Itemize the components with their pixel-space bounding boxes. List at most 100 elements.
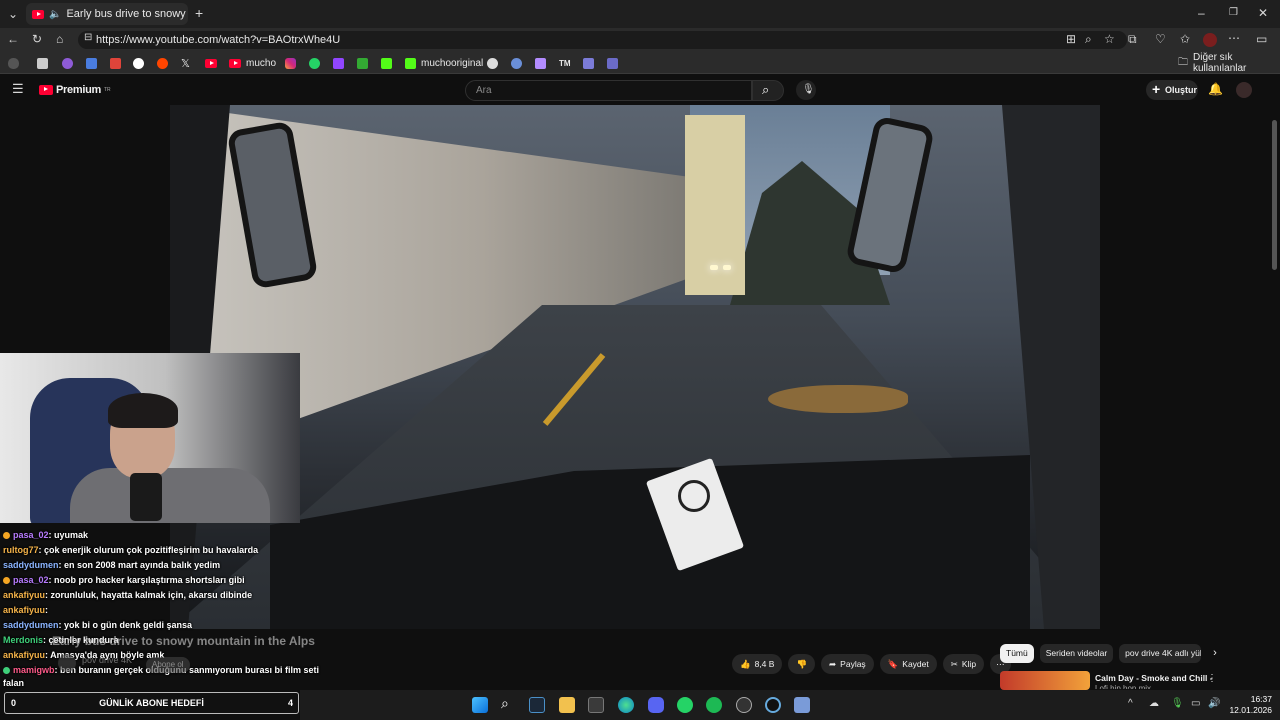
chat-message: rultog77: çok enerjik olurum çok pozitif… — [3, 545, 258, 555]
edge-icon[interactable] — [618, 697, 634, 713]
profile-avatar[interactable] — [1203, 33, 1217, 47]
bookmark-tm-icon[interactable]: TM — [559, 56, 571, 70]
restore-icon[interactable]: ❐ — [1229, 6, 1238, 20]
tray-app-icon[interactable]: ☁ — [1149, 697, 1159, 711]
account-avatar[interactable] — [1236, 82, 1252, 98]
other-bookmarks[interactable]: 🗀 Diğer sık kullanılanlar — [1178, 52, 1280, 74]
taskbar-search-icon[interactable]: ⌕ — [501, 696, 509, 710]
like-button[interactable]: 👍 8,4 B — [732, 654, 783, 674]
bookmark-github-icon[interactable] — [487, 56, 498, 70]
bookmark-image-icon[interactable] — [37, 56, 48, 70]
video-player[interactable] — [170, 105, 1100, 629]
volume-icon[interactable]: 🔊 — [1208, 697, 1220, 711]
zoom-icon[interactable]: ⌕ — [1085, 32, 1092, 46]
back-icon[interactable]: ← — [7, 32, 19, 46]
more-menu-icon[interactable]: ⋯ — [1228, 31, 1240, 45]
sidebar-toggle-icon[interactable]: ▭ — [1256, 32, 1267, 46]
close-window-icon[interactable]: ✕ — [1258, 6, 1268, 20]
whatsapp-icon[interactable] — [677, 697, 693, 713]
chat-username: pasa_02 — [13, 530, 49, 540]
settings-app-icon[interactable] — [794, 697, 810, 713]
app-circle-icon[interactable] — [765, 697, 781, 713]
refresh-icon[interactable]: ↻ — [32, 32, 42, 46]
site-info-icon[interactable]: ⊟ — [84, 31, 92, 45]
bookmark-x-icon[interactable]: 𝕏 — [181, 56, 190, 70]
browser-tab[interactable]: 🔈 Early bus drive to snowy mou ✕ — [26, 3, 188, 25]
new-tab-icon[interactable]: + — [195, 6, 203, 20]
bookmark-gmail-icon[interactable] — [110, 56, 121, 70]
system-clock[interactable]: 16:37 12.01.2026 — [1229, 694, 1272, 716]
network-icon[interactable]: ▭ — [1191, 697, 1200, 711]
bookmark-feather-icon[interactable] — [535, 56, 546, 70]
store-icon[interactable] — [588, 697, 604, 713]
recommendation-menu-icon[interactable]: ⋮ — [1207, 672, 1217, 686]
chat-badge-icon — [3, 532, 10, 540]
favorites-icon[interactable]: ✩ — [1180, 32, 1190, 46]
url-field[interactable]: https://www.youtube.com/watch?v=BAOtrxWh… — [78, 31, 1127, 49]
chip-channel-uploads[interactable]: pov drive 4K adlı yükle — [1119, 644, 1202, 663]
bookmark-google-icon[interactable] — [133, 56, 144, 70]
spotify-icon[interactable] — [706, 697, 722, 713]
notifications-icon[interactable]: 🔔 — [1208, 82, 1223, 96]
bookmark-shield-icon[interactable] — [583, 56, 594, 70]
steam-icon[interactable] — [529, 697, 545, 713]
minimize-icon[interactable]: – — [1198, 6, 1205, 20]
chip-all[interactable]: Tümü — [1000, 644, 1034, 663]
bookmark-reddit-icon[interactable] — [157, 56, 168, 70]
menu-icon[interactable]: ☰ — [12, 82, 24, 96]
tray-mic-icon[interactable]: 🎙 — [1171, 697, 1184, 711]
bookmark-shield2-icon[interactable] — [607, 56, 618, 70]
chat-badge-icon — [3, 667, 10, 675]
search-input[interactable]: Ara — [465, 80, 752, 101]
save-button[interactable]: 🔖 Kaydet — [879, 654, 937, 674]
video-no-sign-circle — [678, 480, 710, 512]
file-explorer-icon[interactable] — [559, 697, 575, 713]
plus-icon: + — [1152, 81, 1161, 97]
chat-text: : çok enerjik olurum çok pozitifleşirim … — [38, 545, 259, 555]
create-button[interactable]: + Oluştur — [1146, 80, 1198, 100]
page-scrollbar[interactable] — [1272, 120, 1277, 270]
bookmark-youtube-icon[interactable] — [205, 56, 217, 70]
app-available-icon[interactable]: ⊞ — [1066, 32, 1076, 46]
browser-essentials-icon[interactable]: ♡ — [1155, 32, 1166, 46]
favorite-star-icon[interactable]: ☆ — [1104, 32, 1115, 46]
obs-icon[interactable] — [736, 697, 752, 713]
recommendation-thumbnail[interactable] — [1000, 671, 1090, 690]
tab-list-icon[interactable]: ⌄ — [8, 7, 18, 21]
bookmark-app-icon[interactable] — [357, 56, 368, 70]
bookmark-avatar-icon[interactable] — [62, 56, 73, 70]
start-icon[interactable] — [472, 697, 488, 713]
recommendation-title[interactable]: Calm Day - Smoke and Chill - — [1095, 673, 1213, 683]
search-button[interactable]: ⌕ — [752, 80, 784, 101]
chip-next-icon[interactable]: › — [1207, 644, 1223, 663]
extensions-icon[interactable]: ⧉ — [1128, 32, 1137, 46]
tray-chevron-icon[interactable]: ^ — [1128, 697, 1133, 711]
bookmark-globe-icon[interactable] — [511, 56, 522, 70]
chat-text: : uyumak — [48, 530, 89, 540]
clip-button[interactable]: ✂ Klip — [942, 654, 985, 674]
youtube-logo[interactable]: Premium TR — [39, 84, 111, 96]
bookmark-muchooriginal[interactable]: muchooriginal — [405, 56, 483, 70]
bookmark-twitch-icon[interactable] — [333, 56, 344, 70]
speaker-icon[interactable]: 🔈 — [49, 9, 61, 20]
share-button[interactable]: ➦ Paylaş — [821, 654, 874, 674]
discord-icon[interactable] — [648, 697, 664, 713]
bookmark-mucho[interactable]: mucho — [229, 56, 276, 70]
bookmark-whatsapp-icon[interactable] — [309, 56, 320, 70]
bookmark-instagram-icon[interactable] — [285, 56, 296, 70]
channel-name[interactable]: pov drive 4K — [82, 655, 132, 665]
bookmark-kick-icon[interactable] — [381, 56, 392, 70]
subscribe-button[interactable]: Abone ol — [146, 657, 190, 673]
channel-avatar[interactable] — [58, 654, 76, 672]
bookmark-mask-icon[interactable] — [8, 56, 19, 70]
chip-series[interactable]: Seriden videolar — [1039, 644, 1114, 663]
voice-search-button[interactable]: 🎙 — [796, 80, 816, 100]
clock-date: 12.01.2026 — [1229, 705, 1272, 715]
chat-username: saddydumen — [3, 560, 59, 570]
youtube-icon — [229, 58, 241, 68]
browser-tab-bar: ⌄ 🔈 Early bus drive to snowy mou ✕ + – ❐… — [0, 0, 1280, 28]
bookmark-docs-icon[interactable] — [86, 56, 97, 70]
chat-message: ankafiyuu: zorunluluk, hayatta kalmak iç… — [3, 590, 252, 600]
dislike-button[interactable]: 👎 — [788, 654, 816, 674]
home-icon[interactable]: ⌂ — [56, 32, 63, 46]
